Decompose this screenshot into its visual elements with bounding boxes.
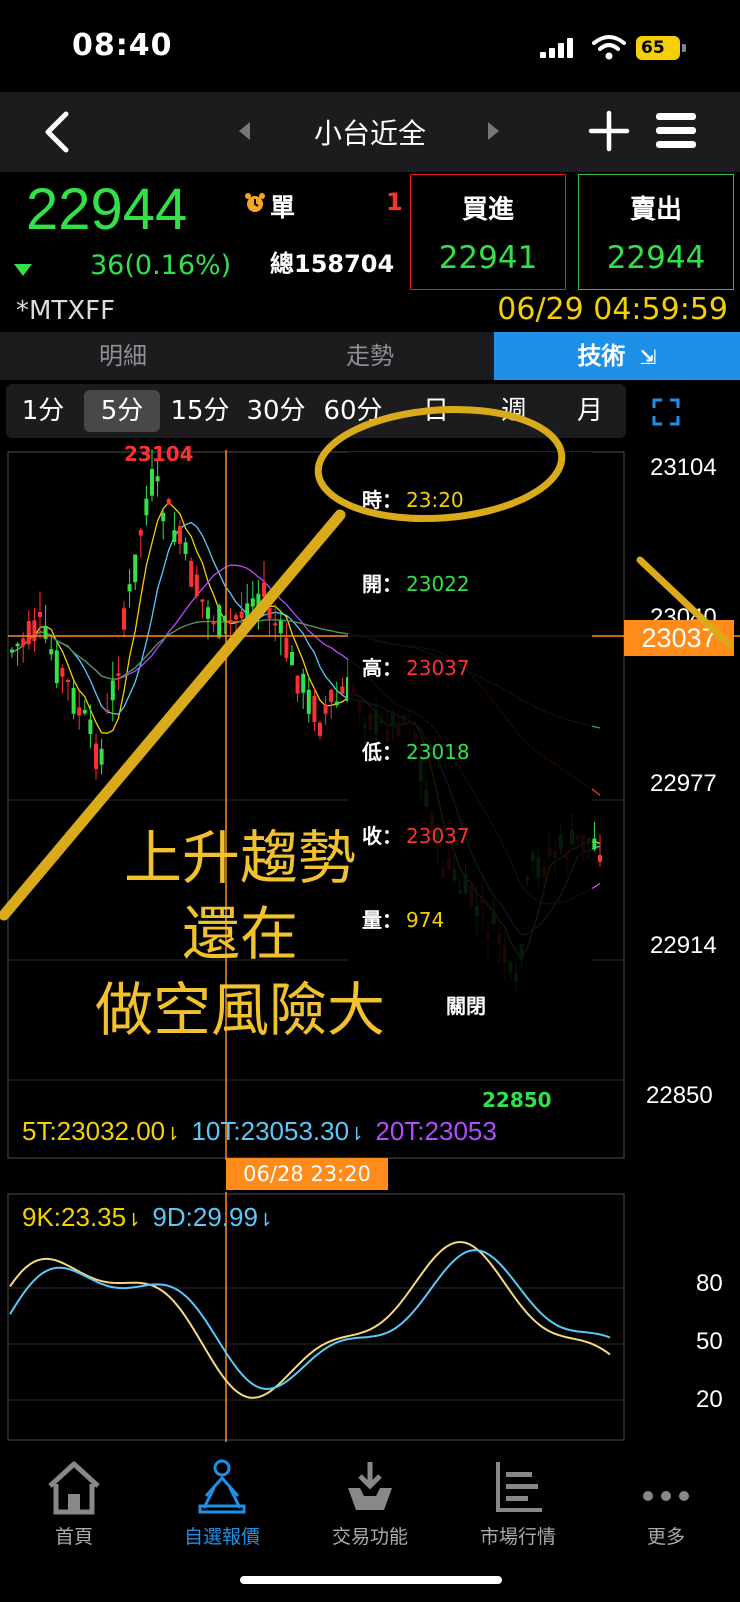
buy-button[interactable]: 買進 22941 — [410, 174, 566, 290]
bottom-tab-watchlist-label: 自選報價 — [183, 1526, 260, 1548]
kd-legend: 9K:23.35⇂ 9D:29.99⇂ — [22, 1202, 274, 1232]
watchlist-icon — [198, 1459, 246, 1514]
kd-axis-20: 20 — [696, 1386, 723, 1413]
tab-technical-label: 技術 — [577, 342, 626, 370]
last-price: 22944 — [26, 177, 188, 242]
bottom-tab-more-label: 更多 — [646, 1526, 685, 1548]
add-icon[interactable] — [588, 110, 630, 152]
bottom-tab-home[interactable]: 首頁 — [0, 1442, 148, 1549]
bottom-tab-trade-label: 交易功能 — [331, 1526, 408, 1548]
nav-bar: 小台近全 — [0, 92, 740, 172]
kd-d-value: 9D:29.99 — [152, 1202, 258, 1232]
bottom-tab-watchlist[interactable]: 自選報價 — [148, 1442, 296, 1549]
annotation-text: 上升趨勢 還在 做空風險大 — [0, 820, 480, 1048]
moving-average-legend: 5T:23032.00⇂ 10T:23053.30⇂ 20T:23053 — [22, 1116, 497, 1146]
status-time: 08:40 — [72, 28, 173, 63]
ma-20t: 20T:23053 — [375, 1116, 497, 1146]
sell-button[interactable]: 賣出 22944 — [578, 174, 734, 290]
sell-price: 22944 — [606, 240, 706, 276]
symbol-code: *MTXFF — [16, 296, 116, 326]
chart-low-label: 22850 — [482, 1088, 552, 1112]
single-volume-label: 單 — [270, 193, 296, 222]
quote-datetime: 06/29 04:59:59 — [497, 292, 728, 327]
bottom-tab-home-label: 首頁 — [54, 1526, 93, 1548]
sell-label: 賣出 — [629, 195, 682, 225]
tab-detail[interactable]: 明細 — [0, 332, 246, 380]
bottom-tab-more[interactable]: 更多 — [592, 1442, 740, 1549]
signal-icon — [540, 38, 576, 58]
battery-icon — [682, 44, 686, 52]
home-icon — [48, 1461, 100, 1515]
single-volume-value: 1 — [386, 188, 403, 216]
home-indicator — [240, 1576, 502, 1584]
price-change: 36(0.16%) — [90, 250, 232, 281]
bottom-tab-trade[interactable]: 交易功能 — [296, 1442, 444, 1549]
market-icon — [496, 1462, 542, 1512]
alarm-icon[interactable] — [244, 192, 266, 214]
kd-axis-50: 50 — [696, 1328, 723, 1355]
tab-technical[interactable]: 技術 ⇲ — [494, 332, 740, 380]
kd-k-value: 9K:23.35 — [22, 1202, 127, 1232]
battery-level: 65 — [636, 36, 680, 60]
ma-5t: 5T:23032.00 — [22, 1116, 166, 1146]
wifi-icon — [592, 35, 626, 60]
buy-price: 22941 — [438, 240, 538, 276]
collapse-icon: ⇲ — [639, 345, 657, 369]
crosshair-time-tag: 06/28 23:20 — [226, 1158, 388, 1190]
total-volume: 總158704 — [270, 250, 395, 278]
annotation-line-3: 做空風險大 — [94, 976, 385, 1044]
view-tabs: 明細 走勢 技術 ⇲ — [0, 332, 740, 380]
next-symbol-icon[interactable] — [486, 120, 502, 142]
quote-header: 22944 36(0.16%) 單 1 總158704 買進 22941 賣出 … — [0, 172, 740, 330]
buy-label: 買進 — [461, 195, 514, 225]
annotation-line-1: 上升趨勢 — [123, 824, 356, 892]
kd-axis-80: 80 — [696, 1270, 723, 1297]
bottom-tab-market[interactable]: 市場行情 — [444, 1442, 592, 1549]
menu-icon[interactable] — [654, 110, 698, 152]
more-icon — [643, 1491, 689, 1501]
trade-icon — [348, 1462, 392, 1510]
down-arrow-icon — [14, 264, 32, 276]
bottom-tab-market-label: 市場行情 — [479, 1526, 556, 1548]
annotation-line-2: 還在 — [181, 900, 298, 968]
tab-trend[interactable]: 走勢 — [246, 332, 494, 380]
ma-10t: 10T:23053.30 — [191, 1116, 350, 1146]
axis-label-bottom: 22850 — [646, 1082, 713, 1109]
